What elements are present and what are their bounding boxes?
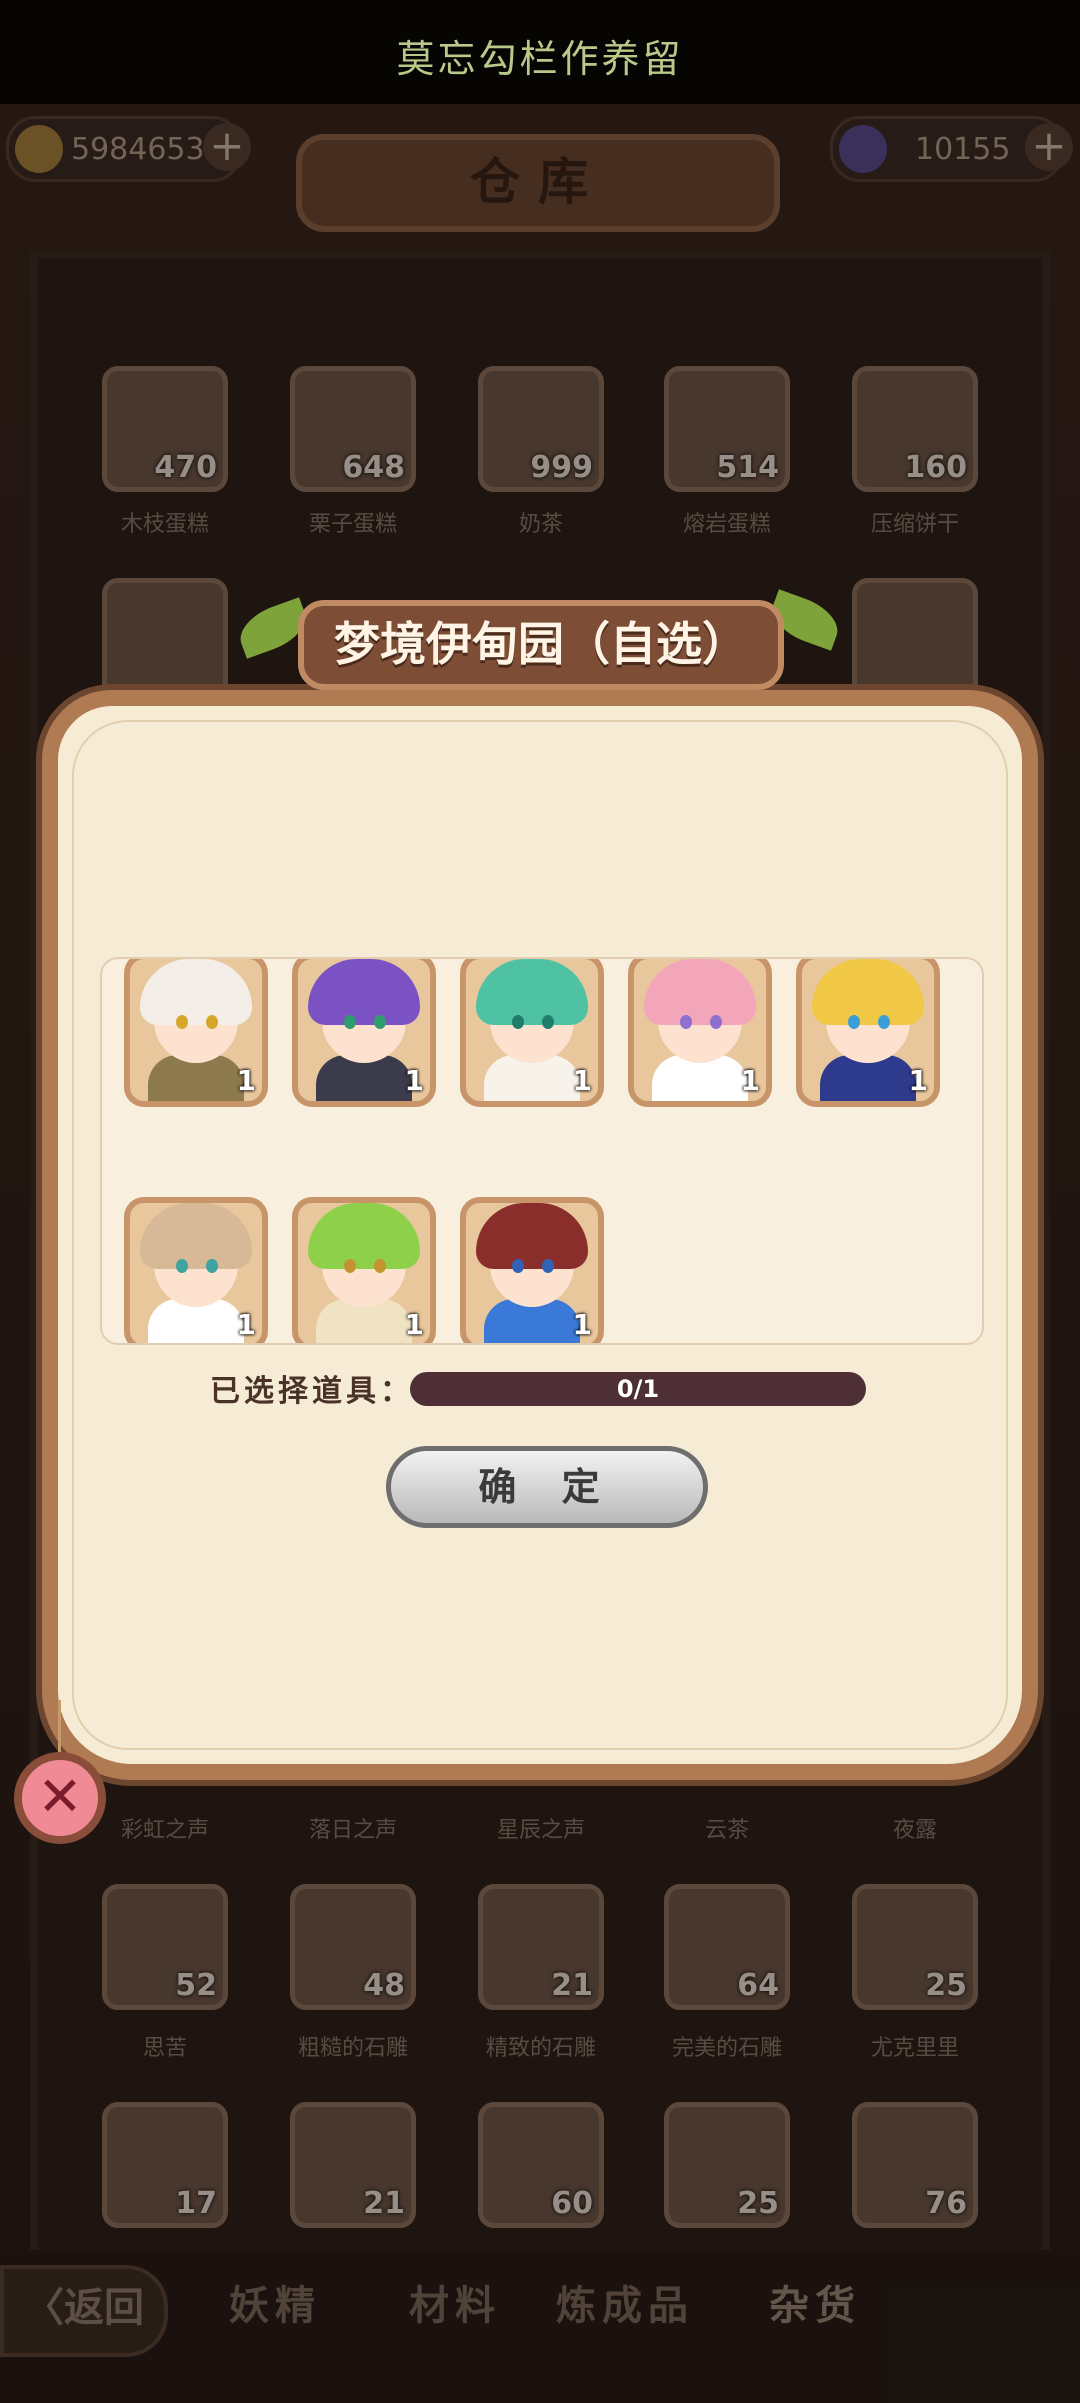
close-button-string — [58, 1700, 61, 1756]
character-eye — [710, 1015, 722, 1029]
character-card[interactable]: 1 — [628, 959, 772, 1107]
character-eye — [206, 1259, 218, 1273]
dialog-title-banner: 梦境伊甸园（自选） — [298, 600, 784, 690]
character-card[interactable]: 1 — [460, 1197, 604, 1343]
status-bar: 莫忘勾栏作养留 — [0, 0, 1080, 104]
character-grid: 1 1 1 1 1 1 1 1 — [100, 957, 984, 1345]
confirm-button[interactable]: 确 定 — [386, 1446, 708, 1528]
character-quantity: 1 — [404, 1064, 424, 1097]
character-hair — [140, 959, 252, 1025]
character-eye — [344, 1015, 356, 1029]
character-quantity: 1 — [740, 1064, 760, 1097]
character-eye — [512, 1015, 524, 1029]
character-hair — [308, 1203, 420, 1269]
selected-items-label: 已选择道具： — [210, 1374, 414, 1409]
character-eye — [374, 1259, 386, 1273]
character-quantity: 1 — [236, 1064, 256, 1097]
character-card[interactable]: 1 — [796, 959, 940, 1107]
character-card[interactable]: 1 — [292, 1197, 436, 1343]
topbar-title: 莫忘勾栏作养留 — [396, 37, 684, 81]
character-eye — [512, 1259, 524, 1273]
character-quantity: 1 — [908, 1064, 928, 1097]
dialog-title: 梦境伊甸园（自选） — [334, 617, 748, 671]
character-card[interactable]: 1 — [124, 1197, 268, 1343]
character-eye — [176, 1015, 188, 1029]
character-hair — [476, 1203, 588, 1269]
character-eye — [680, 1015, 692, 1029]
character-quantity: 1 — [404, 1308, 424, 1341]
character-eye — [176, 1259, 188, 1273]
character-eye — [374, 1015, 386, 1029]
character-card[interactable]: 1 — [124, 959, 268, 1107]
character-eye — [542, 1015, 554, 1029]
progress-text: 0/1 — [616, 1375, 660, 1403]
character-eye — [344, 1259, 356, 1273]
character-hair — [476, 959, 588, 1025]
character-card[interactable]: 1 — [460, 959, 604, 1107]
character-card[interactable]: 1 — [292, 959, 436, 1107]
selection-progress-bar: 0/1 — [410, 1372, 866, 1406]
character-eye — [878, 1015, 890, 1029]
character-hair — [644, 959, 756, 1025]
character-eye — [848, 1015, 860, 1029]
character-eye — [206, 1015, 218, 1029]
character-hair — [308, 959, 420, 1025]
close-icon: ✕ — [37, 1765, 83, 1828]
character-eye — [542, 1259, 554, 1273]
close-button[interactable]: ✕ — [14, 1752, 106, 1844]
character-quantity: 1 — [572, 1308, 592, 1341]
character-hair — [140, 1203, 252, 1269]
character-hair — [812, 959, 924, 1025]
character-quantity: 1 — [572, 1064, 592, 1097]
character-quantity: 1 — [236, 1308, 256, 1341]
